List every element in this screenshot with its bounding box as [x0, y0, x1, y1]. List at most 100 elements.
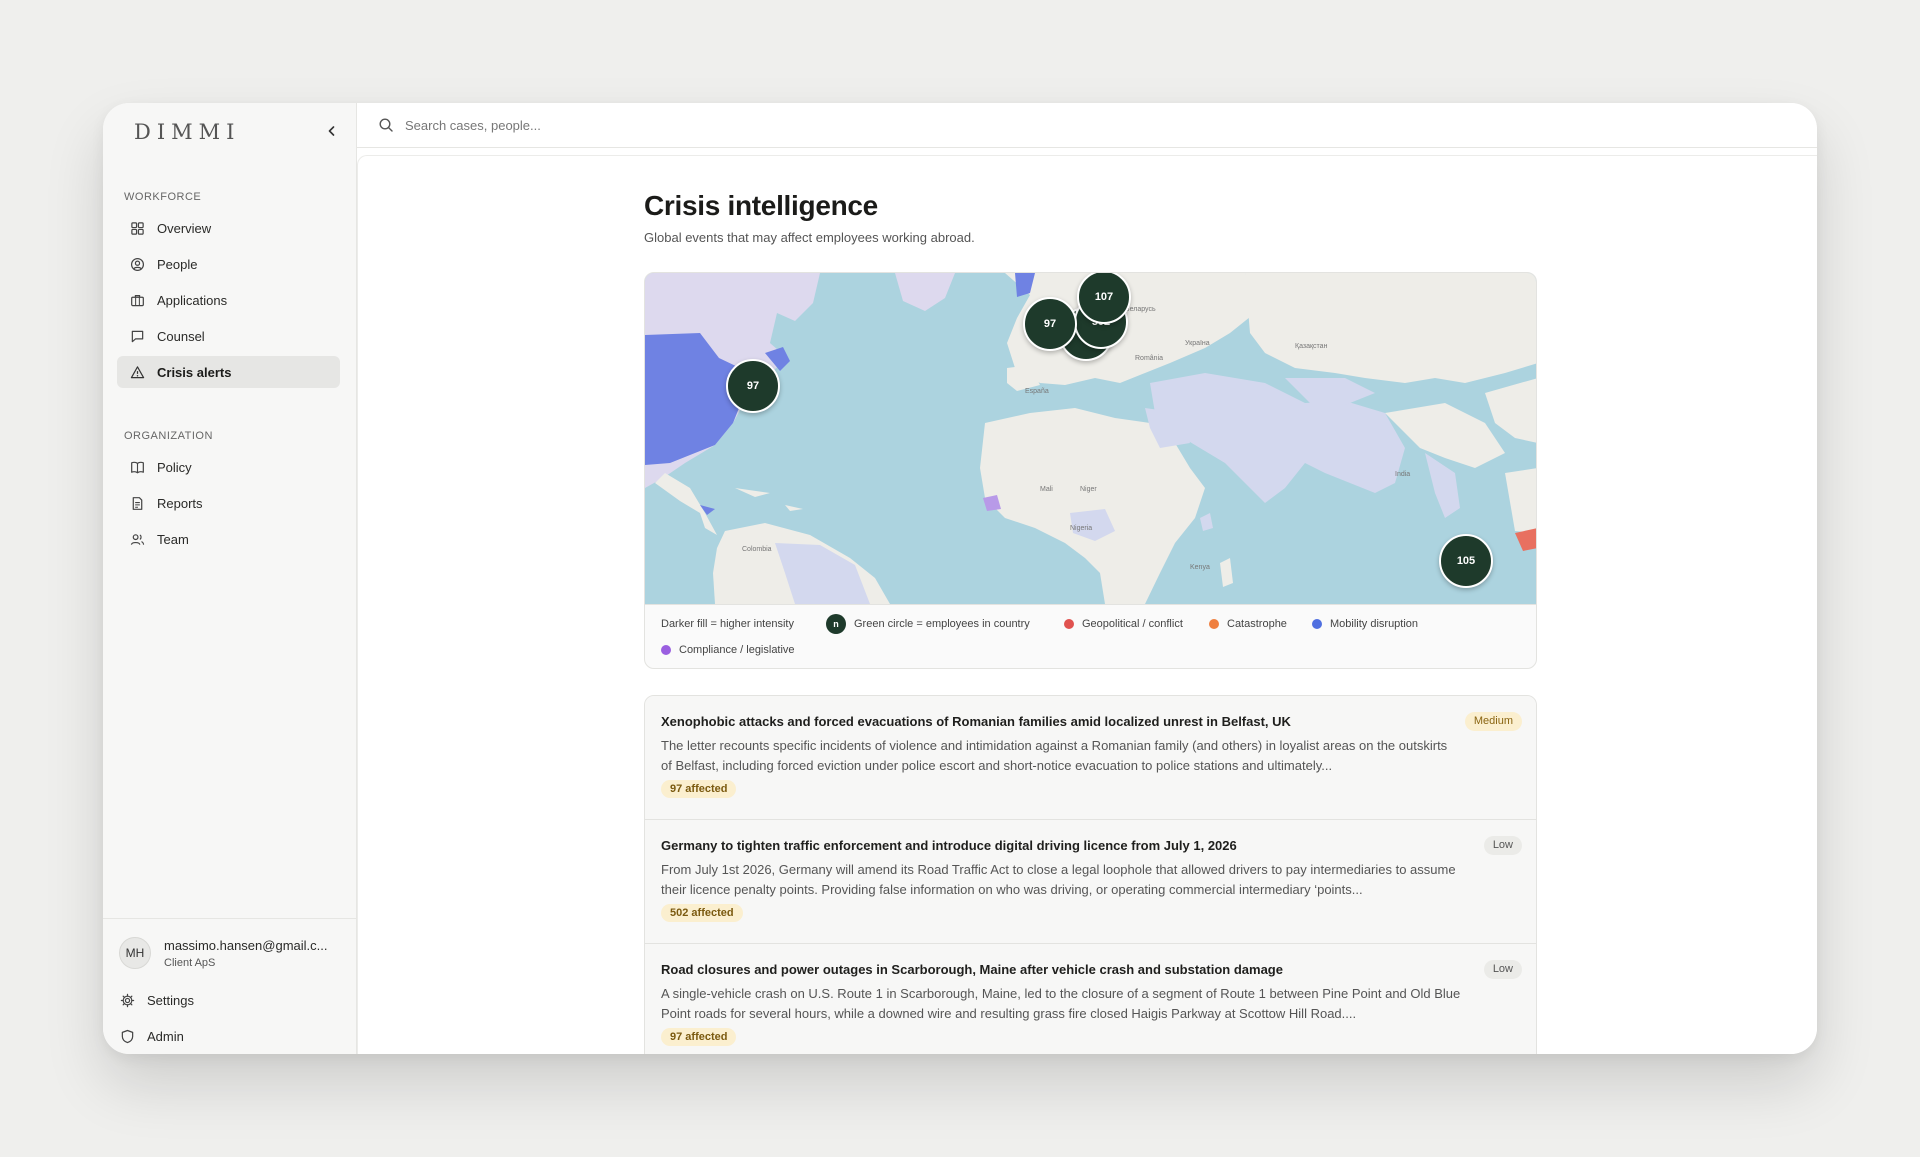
cluster-count: 97	[746, 380, 760, 392]
user-circle-icon	[129, 256, 145, 272]
sidebar-item-policy[interactable]: Policy	[117, 451, 340, 483]
svg-text:Niger: Niger	[1080, 486, 1097, 493]
section-label-organization: ORGANIZATION	[124, 430, 213, 442]
message-icon	[129, 328, 145, 344]
legend-label: Mobility disruption	[1330, 618, 1419, 630]
book-icon	[129, 459, 145, 475]
map-cluster-marker[interactable]: 105	[1439, 534, 1493, 588]
sidebar-item-applications[interactable]: Applications	[117, 284, 340, 316]
user-organization: Client ApS	[164, 957, 216, 969]
svg-text:Mali: Mali	[1040, 486, 1053, 493]
app-window: DIMMI WORKFORCE Overview People Applicat…	[103, 103, 1817, 1054]
svg-text:România: România	[1135, 355, 1163, 362]
employee-circle-icon: n	[826, 614, 846, 634]
svg-text:España: España	[1025, 388, 1049, 395]
alert-description: From July 1st 2026, Germany will amend i…	[661, 862, 1456, 897]
severity-badge: Low	[1483, 836, 1522, 855]
map-cluster-marker[interactable]: 97	[1023, 297, 1077, 351]
sidebar-item-people[interactable]: People	[117, 248, 340, 280]
settings-label: Settings	[147, 992, 194, 1008]
legend-label: Compliance / legislative	[679, 644, 795, 656]
severity-badge: Low	[1483, 960, 1522, 979]
user-email[interactable]: massimo.hansen@gmail.c...	[164, 938, 327, 953]
cluster-count: 105	[1456, 555, 1476, 567]
affected-badge: 97 affected	[661, 1028, 737, 1046]
catastrophe-dot-icon	[1209, 619, 1219, 629]
legend-employees-label: Green circle = employees in country	[854, 618, 1030, 630]
svg-text:Беларусь: Беларусь	[1125, 306, 1156, 313]
legend-intensity: Darker fill = higher intensity	[661, 618, 794, 630]
alert-description: A single-vehicle crash on U.S. Route 1 i…	[661, 986, 1461, 1021]
svg-text:Қазақстан: Қазақстан	[1295, 343, 1328, 350]
settings-link[interactable]: Settings	[119, 989, 194, 1011]
logo: DIMMI	[134, 120, 241, 144]
alert-item[interactable]: Xenophobic attacks and forced evacuation…	[645, 696, 1536, 820]
legend-compliance: Compliance / legislative	[661, 644, 795, 656]
svg-text:Colombia: Colombia	[742, 546, 772, 553]
sidebar-item-label: Policy	[157, 459, 192, 475]
avatar[interactable]: MH	[119, 937, 151, 969]
sidebar-footer: MH massimo.hansen@gmail.c... Client ApS …	[103, 918, 357, 1054]
sidebar-item-team[interactable]: Team	[117, 523, 340, 555]
sidebar-item-label: Crisis alerts	[157, 364, 232, 380]
admin-label: Admin	[147, 1028, 184, 1044]
alert-title: Germany to tighten traffic enforcement a…	[661, 838, 1237, 853]
alert-title: Road closures and power outages in Scarb…	[661, 962, 1283, 977]
map-cluster-marker[interactable]: 97	[726, 359, 780, 413]
legend-geopolitical: Geopolitical / conflict	[1064, 618, 1183, 630]
legend-employees: n Green circle = employees in country	[826, 614, 1030, 634]
collapse-sidebar-button[interactable]	[321, 120, 343, 142]
sidebar-item-label: Team	[157, 531, 189, 547]
shield-icon	[119, 1028, 135, 1044]
grid-icon	[129, 220, 145, 236]
sidebar-item-label: Counsel	[157, 328, 205, 344]
page-subtitle: Global events that may affect employees …	[644, 230, 975, 245]
search-input[interactable]	[405, 111, 1005, 139]
legend-label: Geopolitical / conflict	[1082, 618, 1183, 630]
world-map[interactable]: Беларусь Україна România Қазақстан Españ…	[645, 273, 1536, 604]
severity-badge: Medium	[1464, 712, 1522, 731]
affected-badge: 97 affected	[661, 780, 737, 798]
alert-item[interactable]: Germany to tighten traffic enforcement a…	[645, 820, 1536, 944]
legend-label: Catastrophe	[1227, 618, 1287, 630]
svg-text:Україна: Україна	[1185, 340, 1210, 347]
mobility-dot-icon	[1312, 619, 1322, 629]
svg-text:India: India	[1395, 471, 1410, 478]
sidebar-item-counsel[interactable]: Counsel	[117, 320, 340, 352]
top-bar	[357, 103, 1817, 148]
sidebar-item-label: Overview	[157, 220, 212, 236]
compliance-dot-icon	[661, 645, 671, 655]
alert-description: The letter recounts specific incidents o…	[661, 738, 1448, 773]
crisis-map-card: Беларусь Україна România Қазақстан Españ…	[644, 272, 1537, 669]
legend-intensity-label: Darker fill = higher intensity	[661, 618, 794, 630]
gear-icon	[119, 992, 135, 1008]
sidebar-item-crisis-alerts[interactable]: Crisis alerts	[117, 356, 340, 388]
warning-triangle-icon	[129, 364, 145, 380]
legend-catastrophe: Catastrophe	[1209, 618, 1287, 630]
cluster-count: 107	[1094, 291, 1114, 303]
cluster-count: 97	[1043, 318, 1057, 330]
sidebar-item-label: People	[157, 256, 198, 272]
sidebar-item-reports[interactable]: Reports	[117, 487, 340, 519]
svg-text:Kenya: Kenya	[1190, 564, 1210, 571]
geopolitical-dot-icon	[1064, 619, 1074, 629]
sidebar-item-label: Applications	[157, 292, 228, 308]
sidebar: DIMMI WORKFORCE Overview People Applicat…	[103, 103, 357, 1054]
admin-link[interactable]: Admin	[119, 1025, 184, 1047]
alert-title: Xenophobic attacks and forced evacuation…	[661, 714, 1291, 729]
briefcase-icon	[129, 292, 145, 308]
page-title: Crisis intelligence	[644, 190, 878, 221]
affected-badge: 502 affected	[661, 904, 743, 922]
alert-item[interactable]: Road closures and power outages in Scarb…	[645, 944, 1536, 1054]
svg-text:Nigeria: Nigeria	[1070, 525, 1092, 532]
legend-mobility: Mobility disruption	[1312, 618, 1418, 630]
users-icon	[129, 531, 145, 547]
crisis-alerts-list: Xenophobic attacks and forced evacuation…	[644, 695, 1537, 1054]
sidebar-item-label: Reports	[157, 495, 203, 511]
section-label-workforce: WORKFORCE	[124, 191, 202, 203]
map-legend: Darker fill = higher intensity n Green c…	[645, 604, 1536, 668]
document-icon	[129, 495, 145, 511]
chevron-left-icon	[328, 126, 335, 136]
search-icon	[379, 118, 393, 132]
sidebar-item-overview[interactable]: Overview	[117, 212, 340, 244]
